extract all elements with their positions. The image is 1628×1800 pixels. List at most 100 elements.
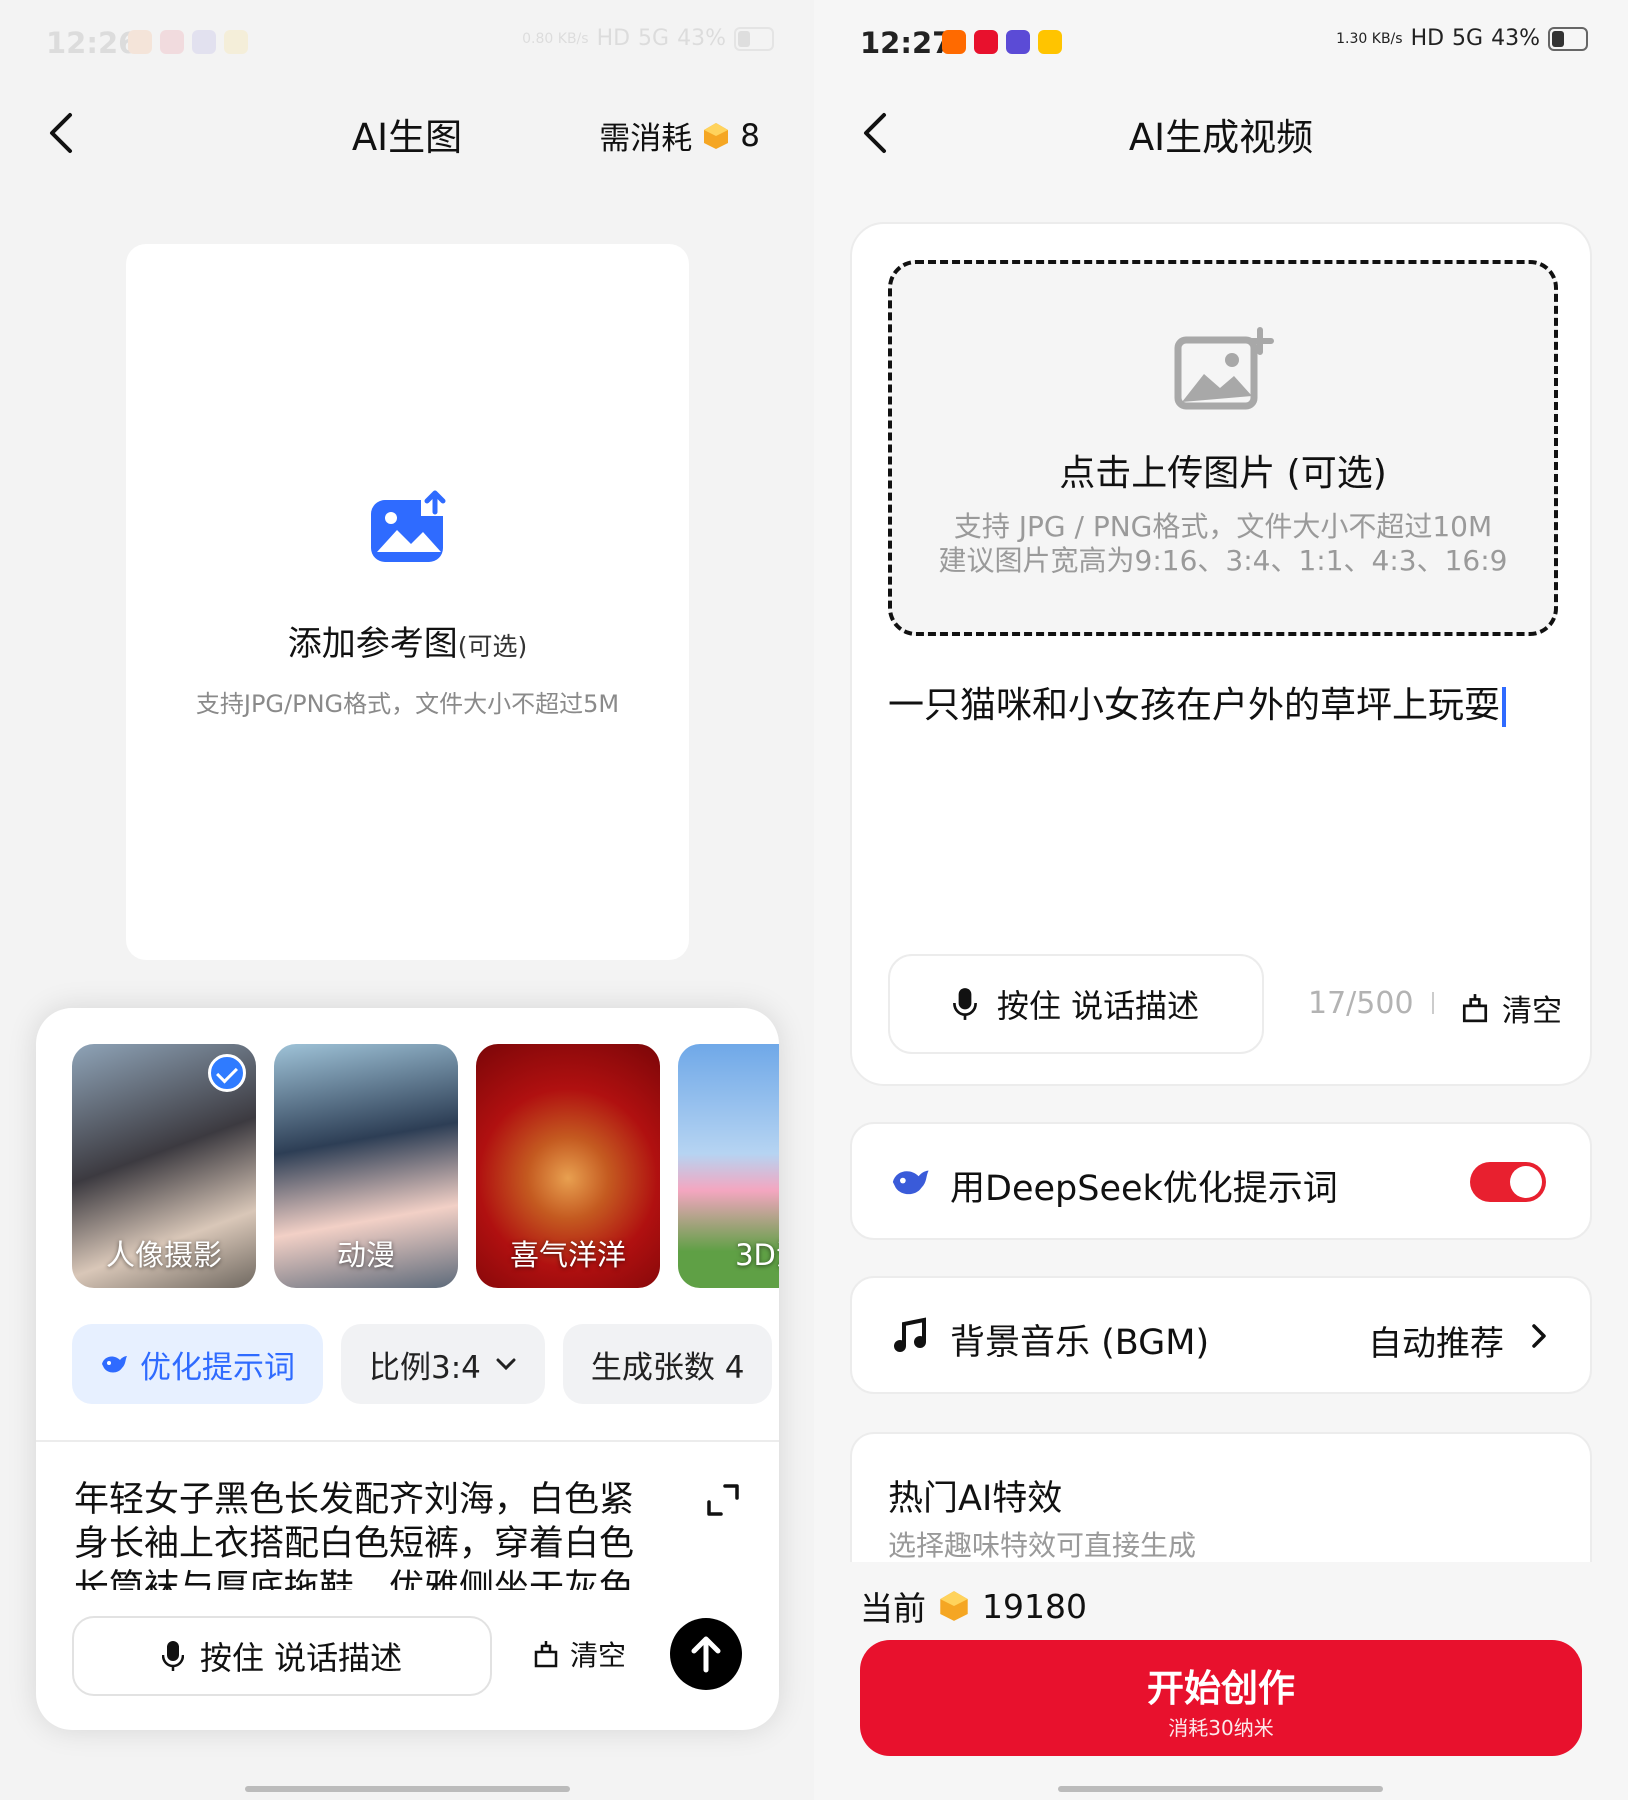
start-create-label: 开始创作 [1147, 1667, 1295, 1710]
network-speed: 1.30 KB/s [1336, 30, 1403, 47]
style-card-portrait[interactable]: 人像摄影 [72, 1044, 256, 1288]
balance: 当前 19180 [860, 1582, 1087, 1630]
prompt-text: 一只猫咪和小女孩在户外的草坪上玩耍 [888, 685, 1501, 726]
hot-effects-subtitle: 选择趣味特效可直接生成 [888, 1529, 1197, 1562]
signal-icon: 5G [1452, 26, 1484, 51]
system-icons: 0.80 KB/s HD 5G 43% [522, 26, 774, 51]
count-label: 生成张数 4 [590, 1349, 745, 1386]
upload-title: 点击上传图片 (可选) [1059, 453, 1387, 494]
app-notification-icon [192, 30, 216, 54]
optimize-prompt-chip[interactable]: 优化提示词 [72, 1324, 323, 1404]
reference-title-text: 添加参考图 [287, 624, 458, 664]
balance-value: 19180 [982, 1586, 1087, 1626]
generation-sheet: 人像摄影 动漫 喜气洋洋 3D渲 优化提示词 比例3:4 生成张数 4 [36, 1008, 779, 1730]
status-bar: 12:26 0.80 KB/s HD 5G 43% [0, 20, 814, 68]
ai-video-screen: 12:27 1.30 KB/s HD 5G 43% AI生成视频 点击上传图片 … [814, 0, 1628, 1800]
status-time: 12:26 [46, 26, 139, 60]
char-counter: 17/500 [1308, 986, 1414, 1021]
add-image-icon [1174, 327, 1274, 410]
style-card-3d[interactable]: 3D渲 [678, 1044, 779, 1288]
nav-bar: AI生成视频 [814, 95, 1628, 175]
app-notification-icon [974, 30, 998, 54]
deepseek-optimize-row: 用DeepSeek优化提示词 [850, 1122, 1592, 1240]
send-button[interactable] [670, 1618, 742, 1690]
prompt-input[interactable]: 一只猫咪和小女孩在户外的草坪上玩耍 [888, 676, 1507, 728]
microphone-icon [161, 1641, 184, 1671]
image-upload-icon [371, 490, 449, 562]
network-speed: 0.80 KB/s [522, 30, 589, 47]
optimize-prompt-label: 优化提示词 [140, 1349, 295, 1386]
app-notification-icon [1006, 30, 1030, 54]
status-time: 12:27 [860, 26, 953, 60]
battery-icon [734, 26, 774, 51]
home-indicator [1058, 1786, 1383, 1792]
text-cursor [1502, 687, 1507, 727]
balance-label: 当前 [860, 1589, 926, 1628]
cost-value: 8 [740, 117, 760, 154]
microphone-icon [952, 988, 977, 1020]
clear-button[interactable]: 清空 [532, 1634, 626, 1674]
voice-input-button[interactable]: 按住 说话描述 [72, 1616, 492, 1696]
chevron-right-icon [1532, 1324, 1546, 1348]
deepseek-icon [892, 1170, 929, 1195]
reference-optional: (可选) [457, 632, 528, 661]
style-list[interactable]: 人像摄影 动漫 喜气洋洋 3D渲 [72, 1044, 779, 1288]
deepseek-label: 用DeepSeek优化提示词 [950, 1169, 1338, 1209]
nav-bar: AI生图 需消耗 8 [0, 95, 814, 175]
hd-icon: HD [1410, 26, 1445, 51]
start-create-button[interactable]: 开始创作 消耗30纳米 [860, 1640, 1582, 1756]
bgm-value: 自动推荐 [1368, 1324, 1504, 1364]
style-label: 人像摄影 [105, 1238, 222, 1272]
notification-icons [942, 30, 1062, 54]
add-reference-image-card[interactable]: 添加参考图(可选) 支持JPG/PNG格式，文件大小不超过5M [126, 244, 689, 960]
prompt-input[interactable]: 年轻女子黑色长发配齐刘海，白色紧身长袖上衣搭配白色短裤，穿着白色长筒袜与厚底拖鞋… [74, 1478, 654, 1590]
voice-label: 按住 说话描述 [199, 1639, 403, 1677]
app-notification-icon [1038, 30, 1062, 54]
hd-icon: HD [596, 26, 631, 51]
voice-label: 按住 说话描述 [996, 987, 1200, 1025]
style-card-anime[interactable]: 动漫 [274, 1044, 458, 1288]
deepseek-toggle[interactable] [1470, 1162, 1546, 1202]
app-notification-icon [160, 30, 184, 54]
upload-hint-line2: 建议图片宽高为9:16、3:4、1:1、4:3、16:9 [938, 544, 1508, 577]
expand-icon[interactable] [705, 1482, 741, 1518]
coin-icon [704, 122, 729, 149]
start-create-cost: 消耗30纳米 [1168, 1716, 1274, 1740]
battery-icon [1548, 26, 1588, 51]
chevron-down-icon [496, 1358, 516, 1371]
style-label: 3D渲 [735, 1238, 779, 1272]
cost-indicator: 需消耗 8 [599, 113, 760, 158]
bgm-label: 背景音乐 (BGM) [950, 1323, 1210, 1363]
separator [1432, 992, 1434, 1014]
home-indicator [245, 1786, 570, 1792]
ratio-dropdown[interactable]: 比例3:4 [341, 1324, 545, 1404]
hot-effects-card[interactable]: 热门AI特效 选择趣味特效可直接生成 [850, 1432, 1592, 1562]
broom-icon [1462, 994, 1488, 1023]
broom-icon [534, 1641, 558, 1668]
clear-button[interactable]: 清空 [1460, 986, 1562, 1030]
reference-title: 添加参考图(可选) [126, 616, 689, 665]
ai-image-screen: 12:26 0.80 KB/s HD 5G 43% AI生图 需消耗 8 添加参… [0, 0, 814, 1800]
hot-effects-title: 热门AI特效 [888, 1479, 1063, 1519]
bgm-row[interactable]: 背景音乐 (BGM) 自动推荐 [850, 1276, 1592, 1394]
option-chips: 优化提示词 比例3:4 生成张数 4 [72, 1324, 773, 1404]
deepseek-icon [102, 1356, 127, 1373]
upload-image-area[interactable]: 点击上传图片 (可选) 支持 JPG / PNG格式，文件大小不超过10M 建议… [888, 260, 1558, 636]
upload-hint-line1: 支持 JPG / PNG格式，文件大小不超过10M [953, 510, 1493, 543]
page-title: AI生成视频 [1128, 116, 1314, 159]
reference-hint: 支持JPG/PNG格式，文件大小不超过5M [195, 690, 620, 718]
ratio-label: 比例3:4 [369, 1349, 481, 1386]
style-label: 动漫 [336, 1238, 395, 1272]
style-label: 喜气洋洋 [509, 1238, 626, 1272]
voice-input-button[interactable]: 按住 说话描述 [888, 954, 1264, 1054]
divider [36, 1440, 779, 1442]
system-icons: 1.30 KB/s HD 5G 43% [1336, 26, 1588, 51]
signal-icon: 5G [638, 26, 670, 51]
battery-percent: 43% [677, 26, 726, 51]
style-card-festive[interactable]: 喜气洋洋 [476, 1044, 660, 1288]
count-dropdown[interactable]: 生成张数 4 [562, 1324, 773, 1404]
app-notification-icon [128, 30, 152, 54]
clear-label: 清空 [1502, 994, 1562, 1029]
video-input-card: 点击上传图片 (可选) 支持 JPG / PNG格式，文件大小不超过10M 建议… [850, 222, 1592, 1086]
cost-label: 需消耗 [599, 121, 693, 157]
